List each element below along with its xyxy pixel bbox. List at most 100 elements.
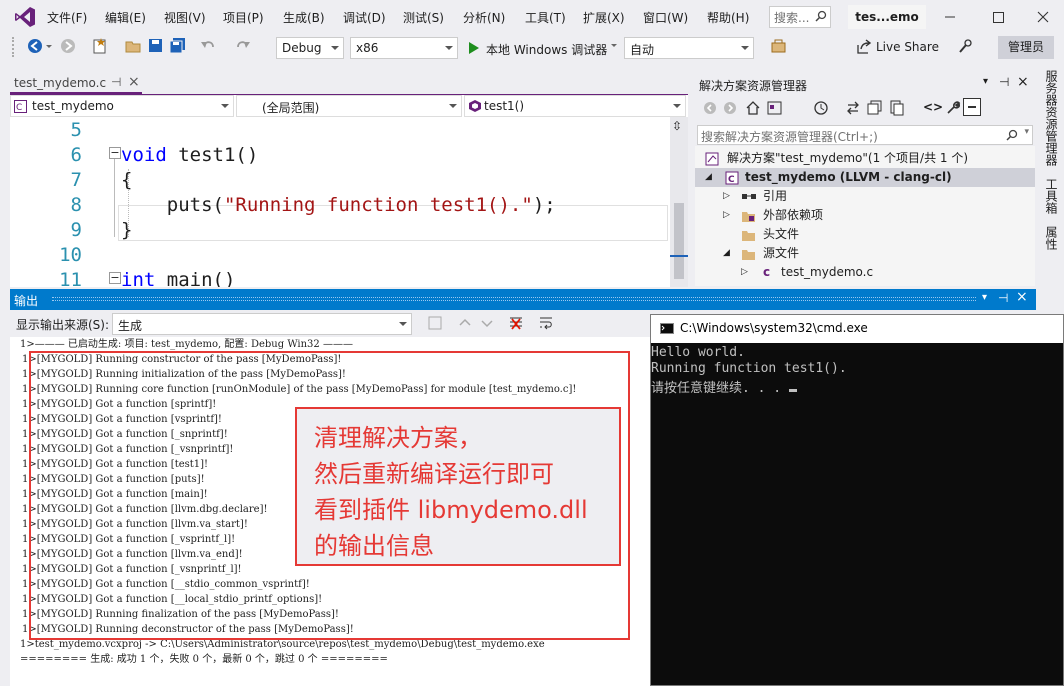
menu-item[interactable]: 视图(V) <box>164 9 206 26</box>
window-menu-icon[interactable]: ▾ <box>982 292 987 303</box>
properties-tab[interactable]: 属性 <box>1043 226 1060 250</box>
project-combo[interactable]: C test_mydemo <box>10 95 234 117</box>
svg-text:C: C <box>728 175 735 185</box>
toolbox-icon[interactable] <box>770 38 788 54</box>
go-to-error-icon[interactable] <box>428 316 442 330</box>
menu-bar: 文件(F) 编辑(E) 视图(V) 项目(P) 生成(B) 调试(D) 测试(S) 分析(N)… <box>0 0 1064 34</box>
scrollbar-thumb[interactable] <box>674 203 684 279</box>
annotation-text: 清理解决方案， 然后重新编译运行即可 看到插件 libmydemo.dll 的输… <box>314 424 588 560</box>
close-tab-icon[interactable]: × <box>128 74 140 90</box>
output-source-value: 生成 <box>118 319 143 333</box>
back-dropdown[interactable] <box>46 45 52 48</box>
close-window-button[interactable] <box>1033 8 1053 26</box>
save-icon[interactable] <box>148 38 164 54</box>
maximize-button[interactable] <box>988 8 1008 26</box>
references-icon <box>741 191 757 203</box>
redo-icon[interactable] <box>235 38 251 54</box>
menu-item[interactable]: 生成(B) <box>283 9 325 26</box>
switch-views-icon[interactable] <box>767 100 783 116</box>
minimize-button[interactable] <box>940 8 960 26</box>
preview-toggle-icon[interactable] <box>963 98 981 116</box>
split-icon[interactable]: ⇳ <box>672 119 682 133</box>
collapsed-arrow-icon[interactable]: ▷ <box>741 263 748 282</box>
line-number: 9 <box>70 219 82 241</box>
menu-item[interactable]: 工具(T) <box>525 9 566 26</box>
prev-message-icon[interactable] <box>458 316 472 330</box>
output-source-combo[interactable]: 生成 <box>112 313 412 335</box>
forward-icon[interactable] <box>723 101 737 115</box>
configuration-combo[interactable]: Debug <box>276 37 344 59</box>
forward-icon[interactable] <box>60 38 76 54</box>
play-icon <box>468 41 480 55</box>
debug-target-dropdown[interactable] <box>611 44 617 47</box>
menu-item[interactable]: 调试(D) <box>343 9 386 26</box>
pending-changes-icon[interactable] <box>813 100 829 116</box>
back-icon[interactable] <box>27 38 43 54</box>
properties-wrench-icon[interactable] <box>945 100 961 116</box>
collapsed-arrow-icon[interactable]: ▷ <box>723 206 730 225</box>
auto-value: 自动 <box>630 43 655 57</box>
sync-icon[interactable] <box>845 100 861 116</box>
menu-item[interactable]: 窗口(W) <box>643 9 688 26</box>
toolbox-tab[interactable]: 工具箱 <box>1043 178 1060 214</box>
expanded-arrow-icon[interactable]: ◢ <box>723 244 730 263</box>
toolbar-grip[interactable] <box>12 37 14 57</box>
home-icon[interactable] <box>745 100 761 116</box>
vs-logo-icon[interactable] <box>14 6 36 28</box>
line-number: 8 <box>70 194 82 216</box>
auto-combo[interactable]: 自动 <box>624 37 754 59</box>
open-folder-icon[interactable] <box>125 38 143 54</box>
view-code-icon[interactable]: <> <box>923 100 943 114</box>
console-window[interactable]: C:\Windows\system32\cmd.exe Hello world.… <box>650 314 1064 686</box>
menu-item[interactable]: 编辑(E) <box>105 9 146 26</box>
solution-search-input[interactable]: 搜索解决方案资源管理器(Ctrl+;) ▾ <box>697 125 1033 145</box>
server-explorer-tab[interactable]: 服务器资源管理器 <box>1043 70 1060 166</box>
save-all-icon[interactable] <box>169 38 187 54</box>
clear-all-icon[interactable] <box>508 315 524 331</box>
menu-item[interactable]: 帮助(H) <box>707 9 749 26</box>
scope-combo[interactable]: (全局范围) <box>236 95 462 117</box>
close-pane-icon[interactable]: × <box>1017 74 1029 90</box>
next-message-icon[interactable] <box>480 316 494 330</box>
console-icon <box>660 323 674 334</box>
pin-icon[interactable]: ⊣ <box>999 75 1009 89</box>
collapse-all-icon[interactable] <box>867 100 883 116</box>
menu-item[interactable]: 测试(S) <box>403 9 444 26</box>
console-titlebar[interactable]: C:\Windows\system32\cmd.exe <box>651 315 1063 343</box>
platform-combo[interactable]: x86 <box>350 37 458 59</box>
menu-item[interactable]: 分析(N) <box>463 9 505 26</box>
menu-item[interactable]: 项目(P) <box>223 9 264 26</box>
cursor <box>788 389 797 392</box>
window-menu-icon[interactable]: ▾ <box>983 76 988 87</box>
close-pane-icon[interactable]: × <box>1016 289 1028 305</box>
code-line: void test1() <box>121 144 258 166</box>
collapsed-arrow-icon[interactable]: ▷ <box>723 187 730 206</box>
collapse-icon[interactable]: − <box>109 272 121 284</box>
search-options-dropdown[interactable]: ▾ <box>1024 127 1029 137</box>
code-line: { <box>121 169 133 191</box>
navigation-bar: C test_mydemo (全局范围) test1() <box>10 95 688 117</box>
code-line: puts("Running function test1()."); <box>121 194 556 216</box>
search-input[interactable]: 搜索... <box>769 6 831 28</box>
expanded-arrow-icon[interactable]: ◢ <box>705 168 712 187</box>
tree-item-label: 引用 <box>763 189 788 203</box>
new-project-icon[interactable] <box>92 37 108 55</box>
show-all-files-icon[interactable] <box>889 100 905 116</box>
code-editor[interactable]: − − 5 6 void test1() 7 { 8 puts("Running… <box>10 117 670 287</box>
feedback-icon[interactable] <box>958 38 974 54</box>
tree-item-label: 头文件 <box>763 227 800 241</box>
collapse-icon[interactable]: − <box>109 147 121 159</box>
word-wrap-icon[interactable] <box>538 315 554 331</box>
pin-icon[interactable]: ⊣ <box>111 75 121 89</box>
line-number: 10 <box>59 244 82 266</box>
console-title: C:\Windows\system32\cmd.exe <box>680 321 868 335</box>
menu-item[interactable]: 扩展(X) <box>583 9 625 26</box>
editor-tab[interactable]: test_mydemo.c ⊣ × <box>10 72 142 94</box>
admin-button[interactable]: 管理员 <box>998 36 1054 59</box>
back-icon[interactable] <box>703 101 717 115</box>
undo-icon[interactable] <box>200 38 216 54</box>
function-combo[interactable]: test1() <box>464 95 686 117</box>
editor-scrollbar[interactable]: ⇳ <box>670 117 688 287</box>
pin-icon[interactable]: ⊣ <box>998 291 1008 305</box>
menu-item[interactable]: 文件(F) <box>47 9 87 26</box>
